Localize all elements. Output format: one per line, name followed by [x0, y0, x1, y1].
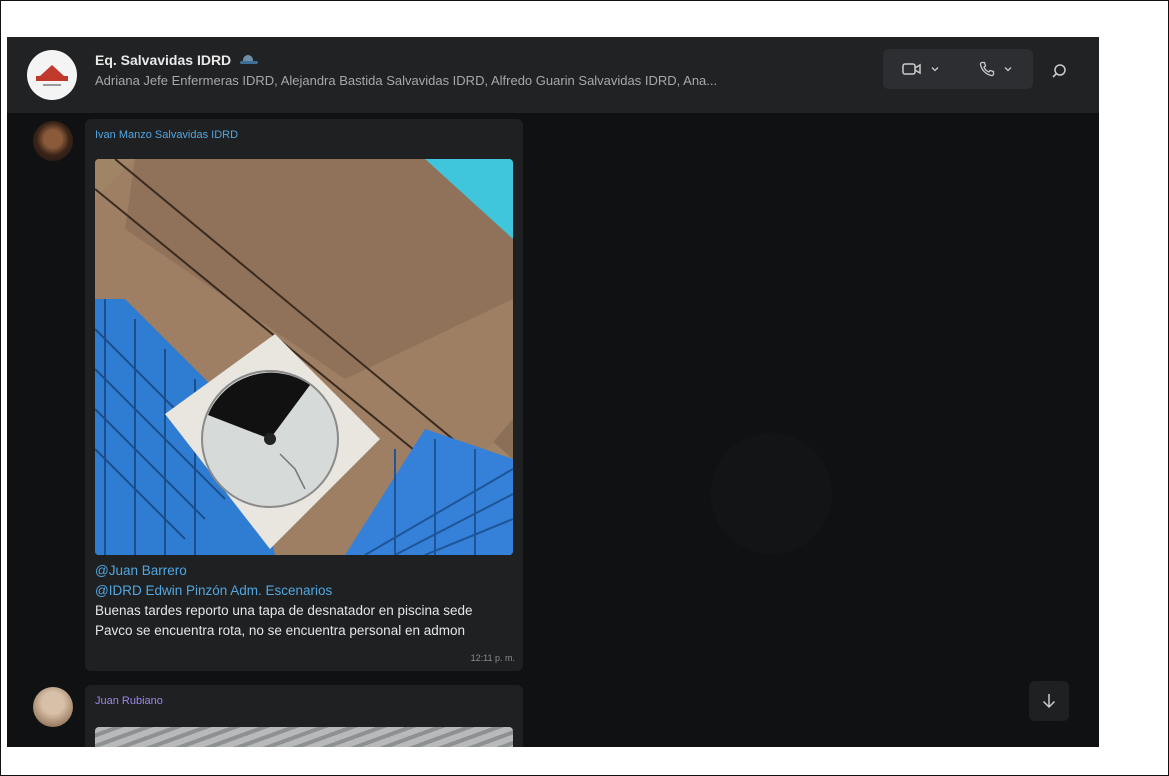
lifeguard-emoji-icon — [239, 54, 258, 65]
chat-title-block[interactable]: Eq. Salvavidas IDRD Adriana Jefe Enferme… — [95, 51, 875, 88]
voice-call-button[interactable] — [958, 49, 1033, 89]
page-frame: Eq. Salvavidas IDRD Adriana Jefe Enferme… — [0, 0, 1169, 776]
chevron-down-icon — [1004, 67, 1011, 72]
message-photo[interactable] — [95, 727, 513, 747]
video-camera-icon — [901, 63, 921, 75]
message-bubble[interactable]: Ivan Manzo Salvavidas IDRD @Juan Barrero… — [85, 119, 523, 671]
mention-link[interactable]: @Juan Barrero — [95, 561, 513, 581]
video-call-button[interactable] — [883, 49, 958, 89]
sender-name[interactable]: Juan Rubiano — [95, 695, 163, 707]
sender-name[interactable]: Ivan Manzo Salvavidas IDRD — [95, 129, 238, 141]
chat-window: Eq. Salvavidas IDRD Adriana Jefe Enferme… — [7, 37, 1099, 747]
group-logo-band — [36, 76, 68, 81]
search-button[interactable] — [1047, 59, 1071, 83]
arrow-down-icon — [1042, 694, 1056, 709]
group-logo-text — [43, 84, 61, 86]
message-bubble[interactable]: Juan Rubiano — [85, 685, 523, 747]
scroll-to-bottom-button[interactable] — [1029, 681, 1069, 721]
message-text: Buenas tardes reporto una tapa de desnat… — [95, 603, 473, 638]
chevron-down-icon — [931, 67, 938, 72]
pool-skimmer-photo — [95, 159, 513, 555]
mention-link[interactable]: @IDRD Edwin Pinzón Adm. Escenarios — [95, 581, 513, 601]
group-logo-roof — [40, 65, 64, 76]
group-members: Adriana Jefe Enfermeras IDRD, Alejandra … — [95, 73, 718, 88]
group-title: Eq. Salvavidas IDRD — [95, 51, 232, 68]
message-text-block: @Juan Barrero @IDRD Edwin Pinzón Adm. Es… — [95, 561, 513, 641]
sender-avatar[interactable] — [33, 121, 73, 161]
message-timestamp: 12:11 p. m. — [470, 653, 515, 663]
message-photo[interactable] — [95, 159, 513, 555]
search-icon — [1052, 64, 1066, 78]
call-button-group — [883, 49, 1033, 89]
message-list[interactable]: Ivan Manzo Salvavidas IDRD @Juan Barrero… — [7, 113, 1099, 747]
sender-avatar[interactable] — [33, 687, 73, 727]
group-avatar[interactable] — [27, 50, 77, 100]
phone-icon — [979, 61, 994, 77]
chat-header[interactable]: Eq. Salvavidas IDRD Adriana Jefe Enferme… — [7, 37, 1099, 113]
